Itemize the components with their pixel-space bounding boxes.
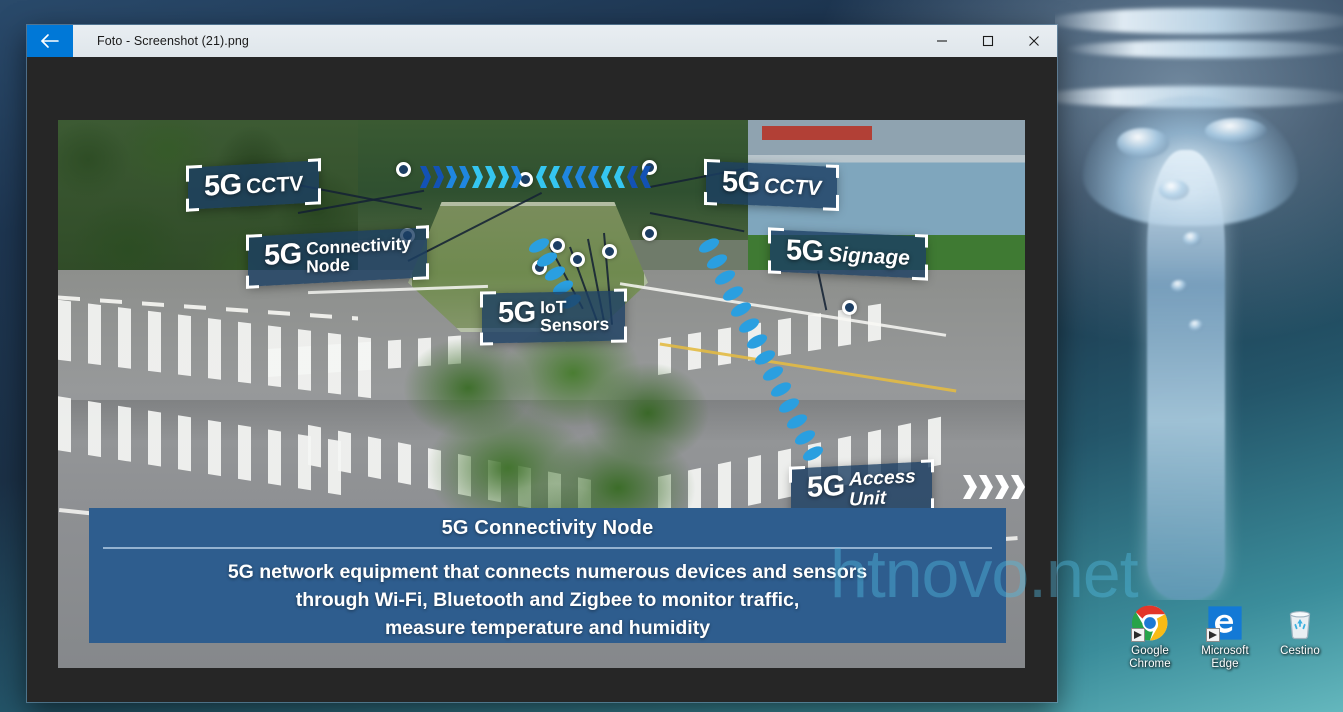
minimize-icon: [937, 40, 947, 42]
back-arrow-icon: [41, 34, 59, 48]
tag-name: Signage: [828, 243, 910, 270]
node-dot: [602, 244, 617, 259]
desktop-icon-label: Google: [1131, 645, 1169, 657]
tag-5g-cctv-left: 5G CCTV: [186, 158, 322, 212]
access-signal-stream: [963, 475, 1025, 499]
signal-stream: [536, 166, 651, 188]
tag-line-2: Sensors: [540, 313, 610, 336]
desktop-icon-label: Microsoft: [1201, 645, 1249, 657]
node-dot: [842, 300, 857, 315]
tag-prefix: 5G: [264, 237, 302, 272]
shortcut-overlay-icon: [1206, 628, 1220, 642]
image-viewer-canvas[interactable]: 5G CCTV 5G Connectivity Node 5G IoT Sens…: [27, 57, 1057, 702]
tag-prefix: 5G: [204, 168, 242, 203]
photos-app-window[interactable]: Foto - Screenshot (21).png 5G CCTV 5G Co…: [27, 25, 1057, 702]
caption-line: through Wi-Fi, Bluetooth and Zigbee to m…: [295, 589, 800, 611]
caption-divider: [102, 547, 993, 549]
tag-name: CCTV: [764, 174, 822, 201]
caption-line: 5G network equipment that connects numer…: [227, 561, 868, 583]
node-dot: [550, 238, 565, 253]
caption-body: 5G network equipment that connects numer…: [89, 558, 1006, 642]
window-titlebar[interactable]: Foto - Screenshot (21).png: [27, 25, 1057, 57]
signal-stream: [420, 166, 522, 188]
tag-prefix: 5G: [807, 469, 845, 504]
node-dot: [642, 226, 657, 241]
node-dot: [570, 252, 585, 267]
edge-icon: [1206, 604, 1244, 642]
tag-prefix: 5G: [722, 165, 760, 200]
maximize-button[interactable]: [965, 25, 1011, 57]
caption-line: measure temperature and humidity: [384, 617, 711, 639]
tag-5g-signage: 5G Signage: [768, 229, 928, 279]
tag-line-2: Node: [306, 254, 350, 277]
back-button[interactable]: [27, 25, 73, 57]
close-icon: [1029, 36, 1039, 46]
close-button[interactable]: [1011, 25, 1057, 57]
desktop[interactable]: Google Chrome Microsoft Edge Cestino Fot…: [0, 0, 1343, 712]
chrome-icon: [1131, 604, 1169, 642]
displayed-photo: 5G CCTV 5G Connectivity Node 5G IoT Sens…: [58, 120, 1025, 668]
node-dot: [396, 162, 411, 177]
caption-title: 5G Connectivity Node: [441, 517, 654, 539]
desktop-icon-recycle-bin[interactable]: Cestino: [1262, 604, 1338, 658]
tag-prefix: 5G: [786, 234, 824, 268]
tag-prefix: 5G: [498, 296, 536, 330]
tag-5g-cctv-right: 5G CCTV: [704, 161, 840, 210]
tag-5g-connectivity-node: 5G Connectivity Node: [246, 225, 430, 289]
recycle-bin-icon: [1281, 604, 1319, 642]
desktop-icon-microsoft-edge[interactable]: Microsoft Edge: [1187, 604, 1263, 670]
tag-name: CCTV: [246, 172, 304, 199]
tag-5g-iot-sensors: 5G IoT Sensors: [480, 288, 628, 346]
desktop-icon-google-chrome[interactable]: Google Chrome: [1112, 604, 1188, 670]
desktop-icon-label: Chrome: [1129, 657, 1171, 670]
tag-line-2: Unit: [849, 487, 887, 511]
maximize-icon: [982, 35, 994, 47]
window-title: Foto - Screenshot (21).png: [97, 34, 249, 48]
minimize-button[interactable]: [919, 25, 965, 57]
caption-panel: 5G Connectivity Node 5G network equipmen…: [89, 508, 1006, 643]
shortcut-overlay-icon: [1131, 628, 1145, 642]
desktop-icon-label: Cestino: [1280, 645, 1320, 657]
desktop-icon-label: Edge: [1211, 657, 1239, 670]
wallpaper-water-splash: [1055, 0, 1343, 600]
